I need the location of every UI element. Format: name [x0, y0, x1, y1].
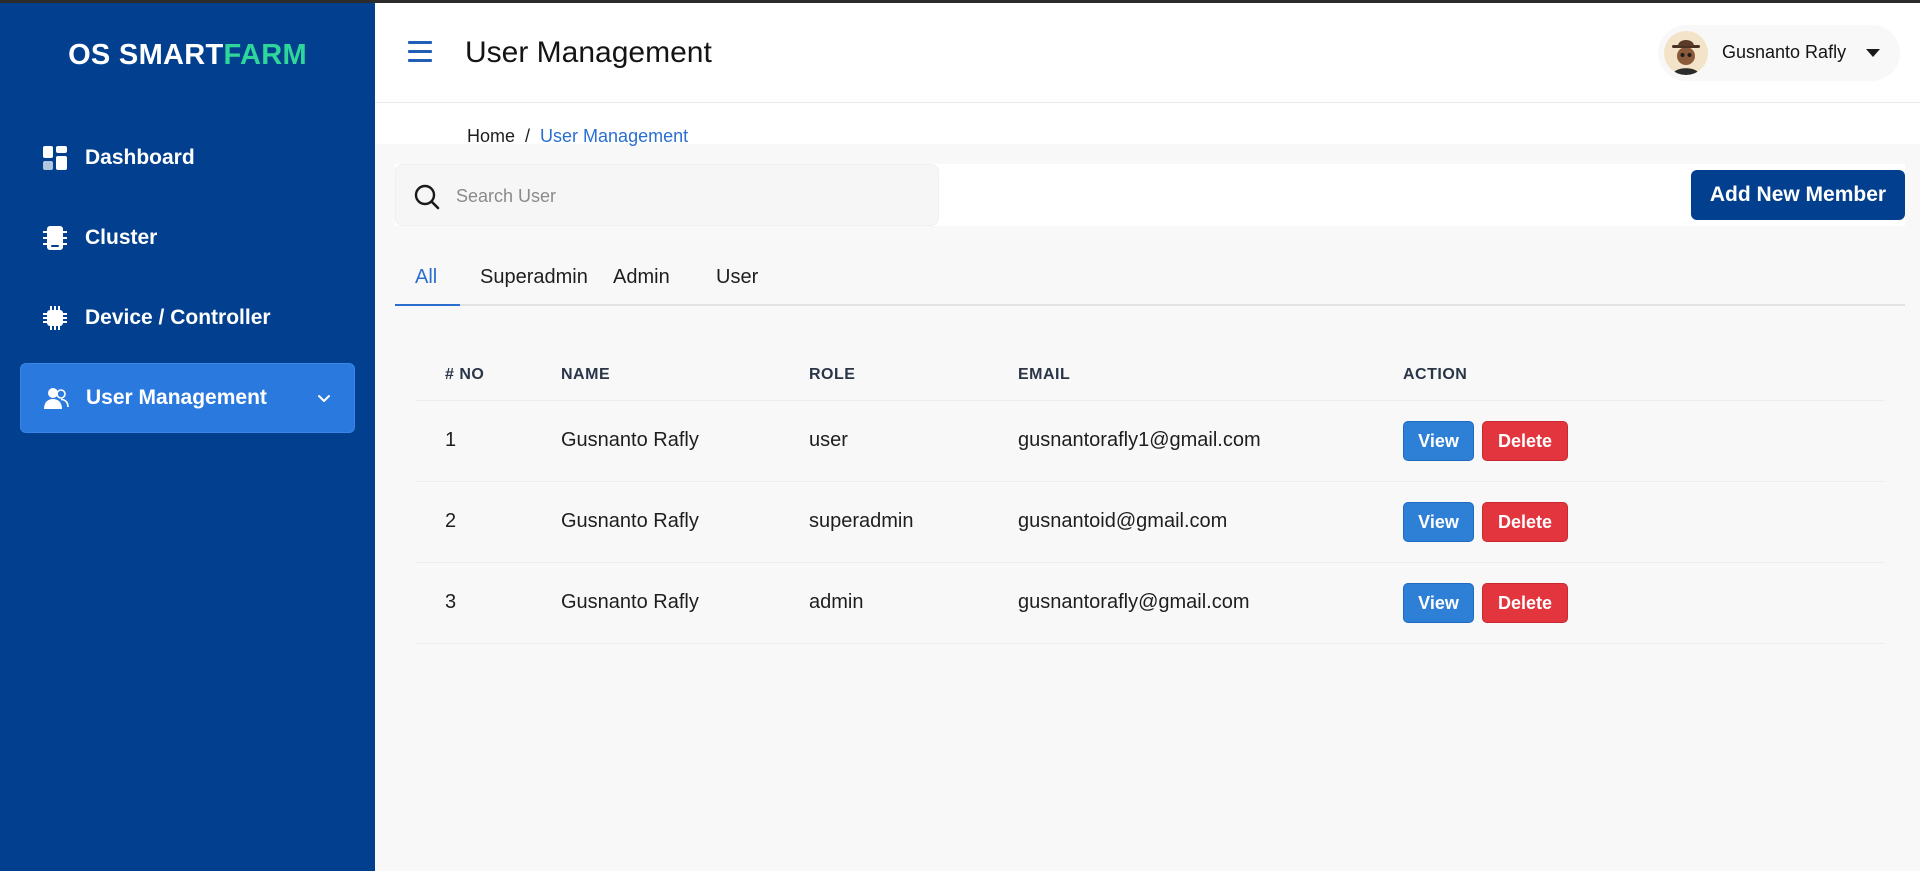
breadcrumb-separator: /	[525, 126, 531, 146]
sidebar-item-dashboard[interactable]: Dashboard	[20, 123, 355, 193]
cell-name: Gusnanto Rafly	[561, 429, 699, 451]
cell-email: gusnantoid@gmail.com	[1018, 510, 1228, 532]
main-content: Home / User Management Add New Member All …	[375, 104, 1920, 871]
app-logo: OS SMARTFARM	[0, 39, 375, 72]
sidebar: OS SMARTFARM Dashboard Cluster Device / …	[0, 3, 375, 871]
column-header-action: ACTION	[1403, 366, 1468, 383]
sidebar-item-label: Dashboard	[85, 146, 195, 169]
active-tab-indicator	[395, 304, 460, 306]
search-icon	[414, 184, 440, 210]
sidebar-item-user-management[interactable]: User Management	[20, 363, 355, 433]
delete-button[interactable]: Delete	[1482, 583, 1568, 623]
table-row: 1 Gusnanto Rafly user gusnantorafly1@gma…	[415, 401, 1885, 482]
delete-button[interactable]: Delete	[1482, 421, 1568, 461]
sidebar-item-label: Device / Controller	[85, 306, 271, 329]
search-box	[395, 164, 939, 226]
users-table: # NO NAME ROLE EMAIL ACTION 1 Gusnanto R…	[415, 344, 1885, 644]
tab-all[interactable]: All	[415, 266, 437, 303]
window-top-border	[0, 0, 1920, 3]
cell-role: admin	[809, 591, 864, 613]
menu-toggle-icon[interactable]	[408, 41, 434, 63]
role-tabs: All Superadmin Admin User	[395, 250, 1905, 306]
cell-no: 2	[445, 510, 457, 532]
cell-no: 3	[445, 591, 457, 613]
cell-name: Gusnanto Rafly	[561, 510, 699, 532]
breadcrumb-bar: Home / User Management	[375, 104, 1920, 147]
logo-prefix: OS SMART	[68, 39, 224, 71]
user-name: Gusnanto Rafly	[1722, 42, 1847, 62]
view-button[interactable]: View	[1403, 583, 1474, 623]
table-row: 3 Gusnanto Rafly admin gusnantorafly@gma…	[415, 563, 1885, 644]
column-header-role: ROLE	[809, 366, 856, 383]
logo-suffix: FARM	[223, 39, 307, 71]
table-header: # NO NAME ROLE EMAIL ACTION	[415, 344, 1885, 401]
cell-role: superadmin	[809, 510, 914, 532]
sidebar-item-label: User Management	[86, 386, 267, 409]
chevron-down-icon[interactable]	[316, 390, 332, 406]
sidebar-item-device-controller[interactable]: Device / Controller	[20, 283, 355, 353]
cell-email: gusnantorafly@gmail.com	[1018, 591, 1250, 613]
cell-no: 1	[445, 429, 457, 451]
top-header: User Management Gusnanto Rafly	[375, 3, 1920, 103]
page-title: User Management	[465, 36, 712, 69]
users-icon	[44, 388, 69, 409]
tab-user[interactable]: User	[716, 266, 758, 303]
view-button[interactable]: View	[1403, 421, 1474, 461]
column-header-no: # NO	[445, 366, 485, 383]
delete-button[interactable]: Delete	[1482, 502, 1568, 542]
cell-name: Gusnanto Rafly	[561, 591, 699, 613]
view-button[interactable]: View	[1403, 502, 1474, 542]
caret-down-icon[interactable]	[1866, 49, 1880, 57]
cell-role: user	[809, 429, 848, 451]
tab-admin[interactable]: Admin	[613, 266, 670, 303]
sidebar-item-label: Cluster	[85, 226, 158, 249]
breadcrumb-current: User Management	[540, 126, 689, 146]
chip-icon	[43, 306, 67, 330]
breadcrumb-home[interactable]: Home	[467, 126, 515, 146]
user-menu[interactable]: Gusnanto Rafly	[1658, 25, 1900, 81]
column-header-email: EMAIL	[1018, 366, 1071, 383]
cluster-icon	[43, 226, 67, 250]
table-row: 2 Gusnanto Rafly superadmin gusnantoid@g…	[415, 482, 1885, 563]
breadcrumb: Home / User Management	[467, 126, 688, 147]
cell-email: gusnantorafly1@gmail.com	[1018, 429, 1261, 451]
toolbar: Add New Member	[395, 164, 1905, 226]
sidebar-item-cluster[interactable]: Cluster	[20, 203, 355, 273]
dashboard-icon	[43, 146, 67, 170]
search-input[interactable]	[456, 181, 916, 211]
add-new-member-button[interactable]: Add New Member	[1691, 170, 1905, 220]
avatar	[1664, 31, 1708, 75]
tab-superadmin[interactable]: Superadmin	[480, 266, 588, 303]
column-header-name: NAME	[561, 366, 611, 383]
